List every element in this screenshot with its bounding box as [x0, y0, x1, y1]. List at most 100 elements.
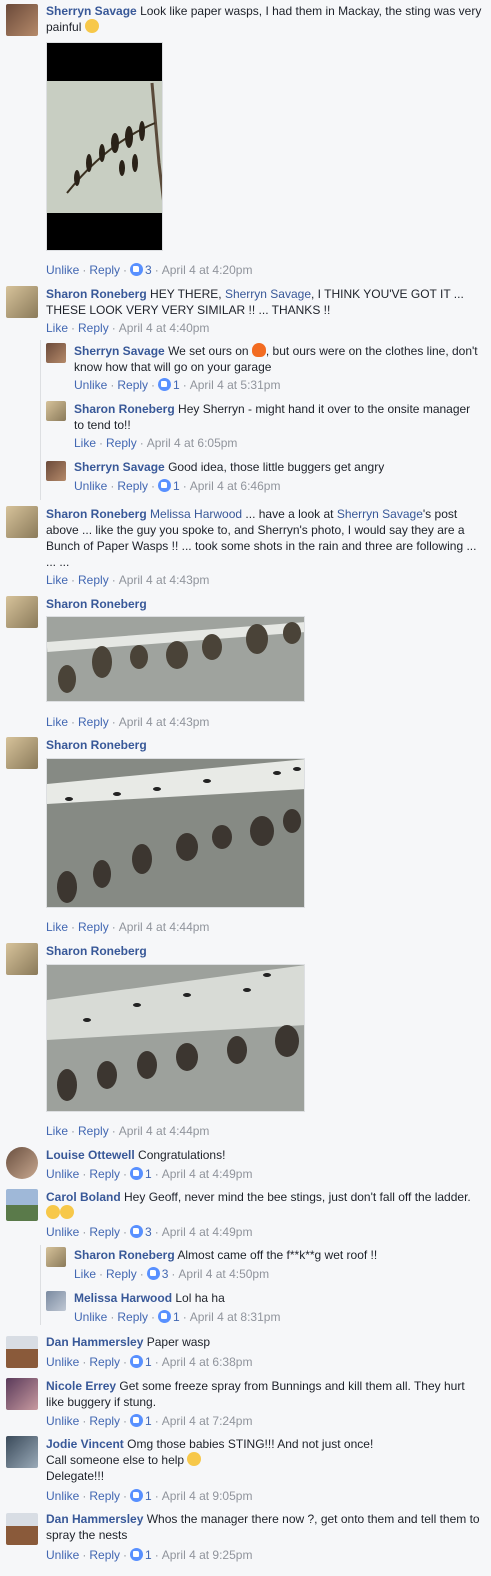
avatar[interactable] — [6, 1378, 38, 1410]
reply-link[interactable]: Reply — [89, 1355, 120, 1369]
reply-link[interactable]: Reply — [89, 1548, 120, 1562]
author-name[interactable]: Sharon Roneberg — [46, 287, 147, 301]
author-name[interactable]: Carol Boland — [46, 1190, 121, 1204]
like-count[interactable]: 1 — [145, 1489, 152, 1503]
reply-link[interactable]: Reply — [117, 479, 148, 493]
like-count[interactable]: 1 — [173, 479, 180, 493]
reply-link[interactable]: Reply — [89, 1225, 120, 1239]
avatar[interactable] — [6, 4, 38, 36]
avatar[interactable] — [46, 1247, 66, 1267]
wasp-nest-photo[interactable] — [46, 616, 305, 702]
avatar[interactable] — [6, 286, 38, 318]
wasp-nest-photo[interactable] — [46, 758, 305, 908]
avatar[interactable] — [6, 1189, 38, 1221]
mention-link[interactable]: Melissa Harwood — [150, 507, 242, 521]
unlike-link[interactable]: Unlike — [46, 1355, 79, 1369]
avatar[interactable] — [46, 1291, 66, 1311]
author-name[interactable]: Dan Hammersley — [46, 1512, 143, 1526]
author-name[interactable]: Sherryn Savage — [74, 344, 165, 358]
author-name[interactable]: Dan Hammersley — [46, 1335, 143, 1349]
unlike-link[interactable]: Unlike — [46, 1489, 79, 1503]
reply-link[interactable]: Reply — [89, 1489, 120, 1503]
like-link[interactable]: Like — [74, 1267, 96, 1281]
timestamp[interactable]: April 4 at 4:20pm — [162, 263, 253, 277]
timestamp[interactable]: April 4 at 4:44pm — [119, 920, 210, 934]
like-link[interactable]: Like — [46, 573, 68, 587]
like-link[interactable]: Like — [46, 920, 68, 934]
author-name[interactable]: Sharon Roneberg — [46, 597, 147, 611]
author-name[interactable]: Sherryn Savage — [74, 460, 165, 474]
like-count[interactable]: 1 — [145, 1355, 152, 1369]
like-link[interactable]: Like — [46, 321, 68, 335]
like-count[interactable]: 3 — [145, 1225, 152, 1239]
reply-link[interactable]: Reply — [89, 1414, 120, 1428]
author-name[interactable]: Sharon Roneberg — [74, 1248, 175, 1262]
like-count[interactable]: 1 — [145, 1167, 152, 1181]
avatar[interactable] — [6, 1336, 38, 1368]
reply-link[interactable]: Reply — [78, 573, 109, 587]
timestamp[interactable]: April 4 at 4:44pm — [119, 1124, 210, 1138]
timestamp[interactable]: April 4 at 5:31pm — [190, 378, 281, 392]
unlike-link[interactable]: Unlike — [74, 378, 107, 392]
timestamp[interactable]: April 4 at 4:49pm — [162, 1225, 253, 1239]
timestamp[interactable]: April 4 at 7:24pm — [162, 1414, 253, 1428]
timestamp[interactable]: April 4 at 4:43pm — [119, 573, 210, 587]
like-link[interactable]: Like — [46, 715, 68, 729]
unlike-link[interactable]: Unlike — [46, 1167, 79, 1181]
unlike-link[interactable]: Unlike — [46, 1548, 79, 1562]
like-count[interactable]: 3 — [145, 263, 152, 277]
timestamp[interactable]: April 4 at 4:43pm — [119, 715, 210, 729]
mention-link[interactable]: Sherryn Savage — [225, 287, 311, 301]
author-name[interactable]: Nicole Errey — [46, 1379, 116, 1393]
avatar[interactable] — [6, 1147, 38, 1179]
avatar[interactable] — [6, 737, 38, 769]
timestamp[interactable]: April 4 at 4:50pm — [178, 1267, 269, 1281]
avatar[interactable] — [6, 943, 38, 975]
like-count[interactable]: 1 — [173, 378, 180, 392]
like-count[interactable]: 1 — [145, 1414, 152, 1428]
unlike-link[interactable]: Unlike — [46, 1225, 79, 1239]
timestamp[interactable]: April 4 at 6:46pm — [190, 479, 281, 493]
author-name[interactable]: Sharon Roneberg — [74, 402, 175, 416]
avatar[interactable] — [6, 1436, 38, 1468]
reply-link[interactable]: Reply — [89, 263, 120, 277]
comment-photo[interactable] — [46, 42, 163, 251]
reply-link[interactable]: Reply — [106, 436, 137, 450]
like-link[interactable]: Like — [46, 1124, 68, 1138]
author-name[interactable]: Sharon Roneberg — [46, 738, 147, 752]
unlike-link[interactable]: Unlike — [74, 1310, 107, 1324]
author-name[interactable]: Louise Ottewell — [46, 1148, 135, 1162]
reply-link[interactable]: Reply — [78, 1124, 109, 1138]
timestamp[interactable]: April 4 at 6:05pm — [147, 436, 238, 450]
like-link[interactable]: Like — [74, 436, 96, 450]
timestamp[interactable]: April 4 at 4:40pm — [119, 321, 210, 335]
reply-link[interactable]: Reply — [106, 1267, 137, 1281]
mention-link[interactable]: Sherryn Savage — [337, 507, 423, 521]
author-name[interactable]: Melissa Harwood — [74, 1291, 172, 1305]
like-count[interactable]: 1 — [173, 1310, 180, 1324]
avatar[interactable] — [6, 1513, 38, 1545]
avatar[interactable] — [46, 401, 66, 421]
author-name[interactable]: Sherryn Savage — [46, 4, 137, 18]
avatar[interactable] — [46, 343, 66, 363]
reply-link[interactable]: Reply — [89, 1167, 120, 1181]
reply-link[interactable]: Reply — [117, 1310, 148, 1324]
timestamp[interactable]: April 4 at 9:05pm — [162, 1489, 253, 1503]
avatar[interactable] — [46, 461, 66, 481]
unlike-link[interactable]: Unlike — [46, 1414, 79, 1428]
author-name[interactable]: Sharon Roneberg — [46, 944, 147, 958]
author-name[interactable]: Sharon Roneberg — [46, 507, 147, 521]
reply-link[interactable]: Reply — [117, 378, 148, 392]
timestamp[interactable]: April 4 at 8:31pm — [190, 1310, 281, 1324]
timestamp[interactable]: April 4 at 4:49pm — [162, 1167, 253, 1181]
avatar[interactable] — [6, 596, 38, 628]
timestamp[interactable]: April 4 at 9:25pm — [162, 1548, 253, 1562]
like-count[interactable]: 1 — [145, 1548, 152, 1562]
reply-link[interactable]: Reply — [78, 920, 109, 934]
author-name[interactable]: Jodie Vincent — [46, 1437, 124, 1451]
wasp-nest-photo[interactable] — [46, 964, 305, 1112]
reply-link[interactable]: Reply — [78, 715, 109, 729]
avatar[interactable] — [6, 506, 38, 538]
unlike-link[interactable]: Unlike — [46, 263, 79, 277]
timestamp[interactable]: April 4 at 6:38pm — [162, 1355, 253, 1369]
